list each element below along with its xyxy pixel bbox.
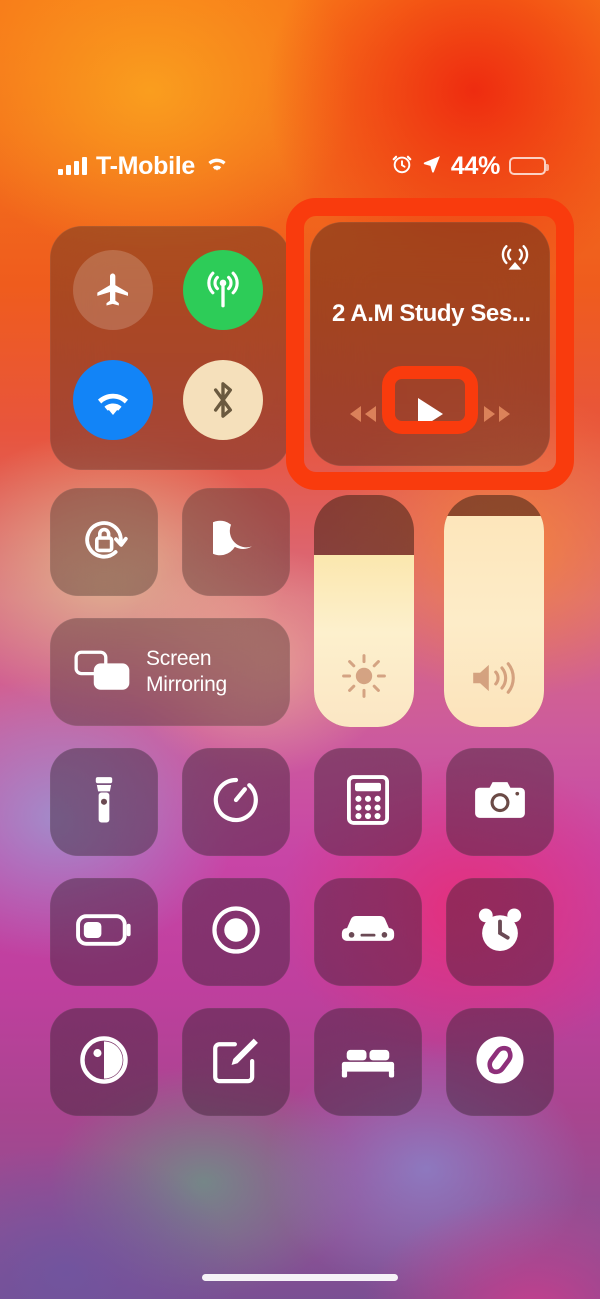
screen-mirroring-icon (74, 648, 130, 697)
record-circle-icon (211, 905, 261, 960)
bed-icon (340, 1040, 396, 1085)
airplay-audio-icon[interactable] (498, 240, 532, 274)
shazam-icon (473, 1033, 527, 1092)
do-not-disturb-button[interactable] (182, 488, 290, 596)
dark-mode-button[interactable] (50, 1008, 158, 1116)
battery-low-icon (76, 913, 132, 951)
cellular-antenna-icon (202, 269, 244, 311)
airplane-mode-button[interactable] (73, 250, 153, 330)
alarm-clock-icon (475, 905, 525, 960)
home-indicator[interactable] (202, 1274, 398, 1281)
rotation-lock-button[interactable] (50, 488, 158, 596)
airplane-icon (93, 270, 133, 310)
screen-mirroring-label-line1: Screen (146, 647, 212, 671)
media-playback-widget[interactable]: 2 A.M Study Ses... (310, 222, 550, 466)
alarm-button[interactable] (446, 878, 554, 986)
calculator-button[interactable] (314, 748, 422, 856)
moon-icon (202, 517, 259, 568)
timer-button[interactable] (182, 748, 290, 856)
brightness-sun-icon (340, 652, 388, 705)
screen-recording-button[interactable] (182, 878, 290, 986)
rewind-icon[interactable] (345, 403, 379, 425)
flashlight-icon (81, 775, 127, 830)
fast-forward-icon[interactable] (481, 403, 515, 425)
screen-mirroring-button[interactable]: Screen Mirroring (50, 618, 290, 726)
camera-icon (474, 778, 526, 827)
dark-mode-circle-icon (79, 1035, 129, 1090)
bluetooth-button[interactable] (183, 360, 263, 440)
play-icon[interactable] (415, 396, 445, 432)
sleep-mode-button[interactable] (314, 1008, 422, 1116)
media-controls (310, 396, 550, 432)
volume-slider[interactable] (444, 495, 544, 727)
calculator-icon (347, 774, 389, 830)
driving-focus-button[interactable] (314, 878, 422, 986)
camera-button[interactable] (446, 748, 554, 856)
timer-icon (211, 775, 261, 830)
cellular-data-button[interactable] (183, 250, 263, 330)
car-icon (340, 910, 396, 955)
flashlight-button[interactable] (50, 748, 158, 856)
control-center: 2 A.M Study Ses... Screen Mirroring (0, 0, 600, 1299)
media-title: 2 A.M Study Ses... (332, 300, 531, 327)
screen-mirroring-label-line2: Mirroring (146, 673, 228, 696)
connectivity-module (50, 226, 290, 470)
notes-pencil-icon (211, 1035, 261, 1090)
brightness-slider[interactable] (314, 495, 414, 727)
wifi-button[interactable] (73, 360, 153, 440)
notes-button[interactable] (182, 1008, 290, 1116)
screen-mirroring-label: Screen Mirroring (146, 646, 227, 697)
wifi-icon (92, 383, 134, 417)
shazam-button[interactable] (446, 1008, 554, 1116)
volume-speaker-icon (468, 656, 520, 705)
bluetooth-icon (206, 378, 240, 422)
rotation-lock-icon (76, 512, 132, 573)
low-power-mode-button[interactable] (50, 878, 158, 986)
